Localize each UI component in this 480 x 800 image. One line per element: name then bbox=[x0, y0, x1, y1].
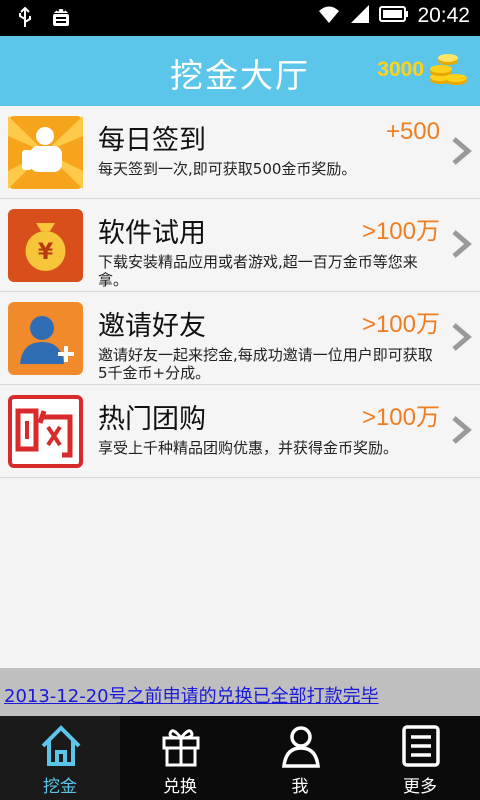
chevron-right-icon bbox=[450, 322, 474, 356]
list-item-app-trial[interactable]: ¥ 软件试用 >100万 下载安装精品应用或者游戏,超一百万金币等您来拿。 bbox=[0, 199, 480, 292]
status-time: 20:42 bbox=[417, 4, 470, 27]
signal-icon bbox=[349, 4, 371, 28]
item-reward: +500 bbox=[385, 118, 440, 145]
status-bar: 20:42 bbox=[0, 0, 480, 36]
item-title: 每日签到 bbox=[98, 125, 206, 156]
usb-icon bbox=[18, 6, 32, 33]
svg-text:¥: ¥ bbox=[38, 240, 54, 265]
item-title: 邀请好友 bbox=[98, 311, 206, 342]
task-list: 每日签到 +500 每天签到一次,即可获取500金币奖励。 ¥ 软件试用 >10… bbox=[0, 106, 480, 478]
chevron-right-icon bbox=[450, 229, 474, 263]
tab-label: 更多 bbox=[403, 777, 437, 797]
notice-bar: 2013-12-20号之前申请的兑换已全部打款完毕 bbox=[0, 668, 480, 716]
wifi-icon bbox=[317, 4, 341, 28]
item-title: 软件试用 bbox=[98, 218, 206, 249]
battery-icon bbox=[379, 5, 409, 27]
tab-label: 兑换 bbox=[163, 777, 197, 797]
chevron-right-icon bbox=[450, 136, 474, 170]
list-icon bbox=[400, 724, 442, 772]
tab-dig-gold[interactable]: 挖金 bbox=[0, 716, 120, 800]
android-debug-icon bbox=[50, 6, 72, 34]
thumbs-up-icon bbox=[8, 116, 83, 189]
item-description: 享受上千种精品团购优惠，并获得金币奖励。 bbox=[98, 439, 399, 457]
chevron-right-icon bbox=[450, 415, 474, 449]
list-item-invite-friends[interactable]: 邀请好友 >100万 邀请好友一起来挖金,每成功邀请一位用户即可获取5千金币+分… bbox=[0, 292, 480, 385]
item-reward: >100万 bbox=[361, 311, 440, 338]
bottom-tab-bar: 挖金 兑换 我 更多 bbox=[0, 716, 480, 800]
item-description: 每天签到一次,即可获取500金币奖励。 bbox=[98, 160, 357, 178]
item-description: 下载安装精品应用或者游戏,超一百万金币等您来拿。 bbox=[98, 253, 418, 289]
coin-balance: 3000 bbox=[377, 50, 470, 90]
item-reward: >100万 bbox=[361, 218, 440, 245]
tab-exchange[interactable]: 兑换 bbox=[120, 716, 240, 800]
home-icon bbox=[40, 724, 82, 772]
add-user-icon bbox=[8, 302, 83, 375]
group-buy-icon bbox=[8, 395, 83, 468]
list-item-daily-checkin[interactable]: 每日签到 +500 每天签到一次,即可获取500金币奖励。 bbox=[0, 106, 480, 199]
item-title: 热门团购 bbox=[98, 404, 206, 435]
notice-link[interactable]: 2013-12-20号之前申请的兑换已全部打款完毕 bbox=[4, 682, 379, 708]
tab-more[interactable]: 更多 bbox=[360, 716, 480, 800]
list-item-group-buy[interactable]: 热门团购 >100万 享受上千种精品团购优惠，并获得金币奖励。 bbox=[0, 385, 480, 478]
tab-label: 挖金 bbox=[43, 777, 77, 797]
tab-label: 我 bbox=[291, 777, 309, 797]
item-description: 邀请好友一起来挖金,每成功邀请一位用户即可获取5千金币+分成。 bbox=[98, 346, 433, 382]
header: 挖金大厅 3000 bbox=[0, 36, 480, 106]
money-bag-icon: ¥ bbox=[8, 209, 83, 282]
user-icon bbox=[280, 724, 322, 772]
gift-icon bbox=[160, 724, 202, 772]
coin-stack-icon bbox=[428, 50, 470, 90]
item-reward: >100万 bbox=[361, 404, 440, 431]
tab-me[interactable]: 我 bbox=[240, 716, 360, 800]
coin-count: 3000 bbox=[377, 58, 424, 81]
